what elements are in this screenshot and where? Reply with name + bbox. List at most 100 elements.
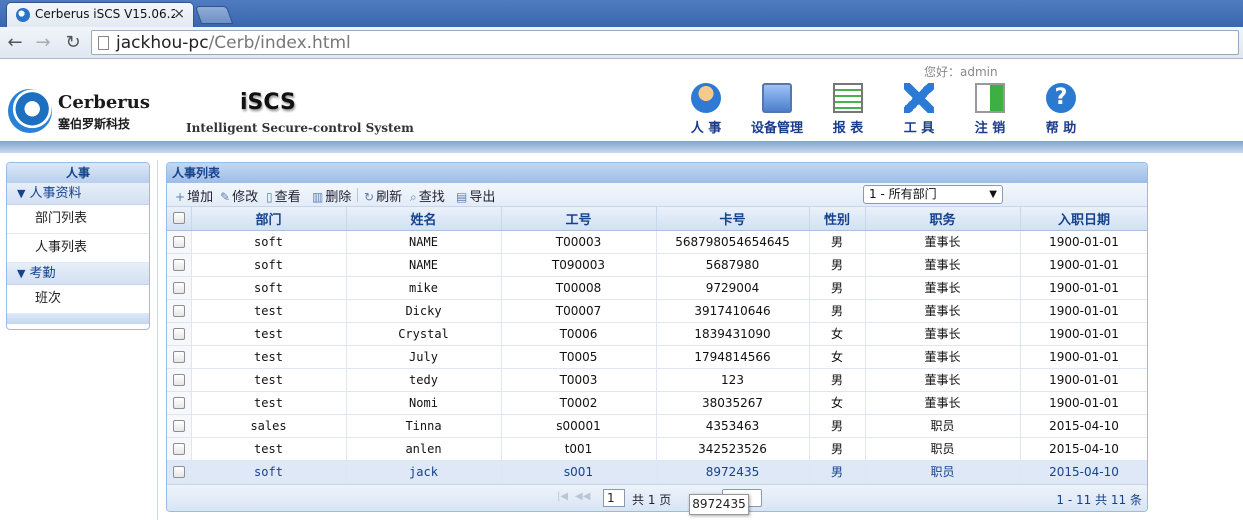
cell-card-number[interactable]: 123 (656, 368, 810, 392)
row-checkbox-cell[interactable] (167, 322, 192, 346)
column-header-name[interactable]: 姓名 (346, 207, 502, 231)
cell-employee-id[interactable]: T0005 (501, 345, 657, 369)
cell-department[interactable]: test (191, 437, 347, 461)
cell-hire-date[interactable]: 1900-01-01 (1020, 230, 1147, 254)
cell-employee-id[interactable]: s00001 (501, 414, 657, 438)
cell-employee-id[interactable]: t001 (501, 437, 657, 461)
cell-position[interactable]: 董事长 (865, 230, 1021, 254)
row-checkbox-cell[interactable] (167, 230, 192, 254)
row-checkbox[interactable] (172, 374, 185, 386)
row-checkbox-cell[interactable] (167, 391, 192, 415)
cell-position[interactable]: 董事长 (865, 391, 1021, 415)
column-header-employee-id[interactable]: 工号 (501, 207, 657, 231)
row-checkbox[interactable] (172, 259, 185, 271)
cell-name[interactable]: anlen (346, 437, 502, 461)
cell-department[interactable]: soft (191, 253, 347, 277)
cell-name[interactable]: tedy (346, 368, 502, 392)
back-arrow-icon[interactable]: ← (4, 32, 26, 53)
cell-card-number[interactable]: 568798054654645 (656, 230, 810, 254)
cell-name[interactable]: NAME (346, 253, 502, 277)
row-checkbox-cell[interactable] (167, 276, 192, 300)
cell-employee-id[interactable]: T00003 (501, 230, 657, 254)
table-row[interactable]: soft NAME T00003 568798054654645 男董事长 1900-01… (167, 230, 1147, 254)
cell-department[interactable]: sales (191, 414, 347, 438)
menu-help[interactable]: ? 帮 助 (1026, 83, 1096, 136)
cell-position[interactable]: 董事长 (865, 345, 1021, 369)
delete-button[interactable]: ▥ 删除 (312, 186, 351, 205)
cell-employee-id[interactable]: T0002 (501, 391, 657, 415)
export-button[interactable]: ▤ 导出 (456, 186, 495, 205)
cell-employee-id[interactable]: T00007 (501, 299, 657, 323)
table-row[interactable]: test Crystal T0006 1839431090 女董事长 1900-01-01 (167, 322, 1147, 346)
cell-position[interactable]: 董事长 (865, 276, 1021, 300)
cell-department[interactable]: soft (191, 230, 347, 254)
browser-tab[interactable]: Cerberus iSCS V15.06.2 × (6, 2, 194, 27)
cell-employee-id[interactable]: T00008 (501, 276, 657, 300)
cell-gender[interactable]: 男 (809, 230, 866, 254)
cell-hire-date[interactable]: 1900-01-01 (1020, 322, 1147, 346)
row-checkbox-cell[interactable] (167, 299, 192, 323)
row-checkbox[interactable] (172, 328, 185, 340)
table-row[interactable]: test tedy T0003 123 男董事长 1900-01-01 (167, 368, 1147, 392)
column-header-position[interactable]: 职务 (865, 207, 1021, 231)
cell-card-number[interactable]: 4353463 (656, 414, 810, 438)
cell-department[interactable]: soft (191, 276, 347, 300)
row-checkbox-cell[interactable] (167, 368, 192, 392)
select-all-checkbox-cell[interactable] (167, 207, 192, 231)
cell-name[interactable]: July (346, 345, 502, 369)
cell-position[interactable]: 职员 (865, 437, 1021, 461)
cell-position[interactable]: 董事长 (865, 253, 1021, 277)
cell-name[interactable]: mike (346, 276, 502, 300)
cell-card-number[interactable]: 38035267 (656, 391, 810, 415)
department-select[interactable]: 1 - 所有部门 ▼ (863, 185, 1003, 204)
column-header-department[interactable]: 部门 (191, 207, 347, 231)
cell-hire-date[interactable]: 1900-01-01 (1020, 391, 1147, 415)
cell-hire-date[interactable]: 1900-01-01 (1020, 253, 1147, 277)
row-checkbox[interactable] (172, 397, 185, 409)
cell-hire-date[interactable]: 1900-01-01 (1020, 345, 1147, 369)
table-row[interactable]: test Nomi T0002 38035267 女董事长 1900-01-01 (167, 391, 1147, 415)
cell-gender[interactable]: 男 (809, 253, 866, 277)
sidebar-item-shifts[interactable]: 班次 (7, 285, 149, 314)
close-tab-icon[interactable]: × (173, 6, 185, 22)
cell-gender[interactable]: 女 (809, 391, 866, 415)
cell-gender[interactable]: 男 (809, 437, 866, 461)
cell-gender[interactable]: 男 (809, 276, 866, 300)
cell-hire-date[interactable]: 1900-01-01 (1020, 276, 1147, 300)
row-checkbox-cell[interactable] (167, 460, 192, 484)
first-page-icon[interactable]: |◀ (557, 491, 568, 502)
cell-employee-id[interactable]: T0006 (501, 322, 657, 346)
row-checkbox-cell[interactable] (167, 437, 192, 461)
refresh-button[interactable]: ↻ 刷新 (364, 186, 402, 205)
sidebar-item-personnel-list[interactable]: 人事列表 (7, 234, 149, 263)
search-button[interactable]: ⌕ 查找 (410, 186, 445, 205)
table-row[interactable]: test anlen t001 342523526 男职员 2015-04-10 (167, 437, 1147, 461)
page-number-input[interactable]: 1 (603, 489, 625, 507)
sidebar-item-department-list[interactable]: 部门列表 (7, 205, 149, 234)
cell-employee-id[interactable]: s001 (501, 460, 657, 484)
column-header-hire-date[interactable]: 入职日期 (1020, 207, 1147, 231)
cell-hire-date[interactable]: 1900-01-01 (1020, 299, 1147, 323)
cell-department[interactable]: test (191, 391, 347, 415)
cell-name[interactable]: NAME (346, 230, 502, 254)
column-header-gender[interactable]: 性别 (809, 207, 866, 231)
cell-department[interactable]: soft (191, 460, 347, 484)
cell-gender[interactable]: 女 (809, 322, 866, 346)
cell-name[interactable]: Nomi (346, 391, 502, 415)
prev-page-icon[interactable]: ◀◀ (575, 491, 590, 502)
row-checkbox[interactable] (172, 351, 185, 363)
row-checkbox[interactable] (172, 282, 185, 294)
cell-position[interactable]: 职员 (865, 460, 1021, 484)
cell-gender[interactable]: 男 (809, 414, 866, 438)
layout-splitter[interactable] (157, 160, 158, 520)
cell-card-number[interactable]: 1794814566 (656, 345, 810, 369)
cell-gender[interactable]: 男 (809, 368, 866, 392)
add-button[interactable]: + 增加 (175, 186, 213, 205)
cell-position[interactable]: 董事长 (865, 368, 1021, 392)
row-checkbox[interactable] (172, 420, 185, 432)
address-bar[interactable]: jackhou-pc/Cerb/index.html (91, 30, 1239, 55)
forward-arrow-icon[interactable]: → (32, 32, 54, 53)
cell-card-number[interactable]: 342523526 (656, 437, 810, 461)
column-header-card-number[interactable]: 卡号 (656, 207, 810, 231)
cell-gender[interactable]: 男 (809, 299, 866, 323)
